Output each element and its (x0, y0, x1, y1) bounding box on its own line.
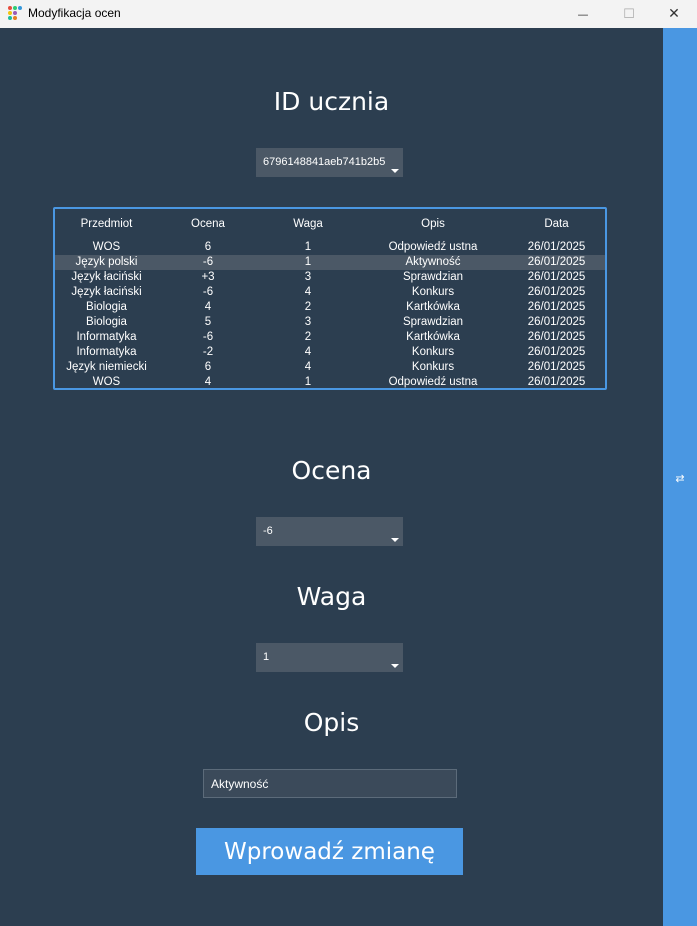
cell-grade: +3 (201, 271, 215, 283)
student-id-value: 6796148841aeb741b2b5 (263, 156, 386, 168)
column-header-subject[interactable]: Przedmiot (55, 217, 158, 233)
cell-description: Konkurs (411, 346, 455, 358)
cell-date: 26/01/2025 (527, 331, 586, 343)
cell-date: 26/01/2025 (527, 271, 586, 283)
weight-dropdown[interactable]: 1 (256, 643, 403, 672)
chevron-down-icon (391, 538, 399, 542)
cell-weight: 4 (304, 286, 312, 298)
description-input[interactable]: Aktywność (203, 769, 457, 798)
submit-change-button[interactable]: Wprowadź zmianę (196, 828, 463, 875)
column-header-date[interactable]: Data (508, 217, 605, 233)
cell-weight: 3 (304, 316, 312, 328)
table-row[interactable]: Informatyka -6 2 Kartkówka 26/01/2025 (55, 330, 605, 345)
student-id-dropdown[interactable]: 6796148841aeb741b2b5 (256, 148, 403, 177)
cell-subject: Biologia (86, 316, 127, 328)
cell-weight: 4 (304, 361, 312, 373)
cell-subject: Informatyka (76, 346, 137, 358)
cell-date: 26/01/2025 (527, 256, 586, 268)
grades-table[interactable]: Przedmiot Ocena Waga Opis Data WOS 6 1 Odpo… (53, 207, 607, 390)
cell-weight: 2 (304, 301, 312, 313)
maximize-icon: ☐ (623, 6, 635, 22)
cell-subject: WOS (92, 376, 121, 388)
grade-value: -6 (263, 525, 273, 537)
cell-weight: 1 (304, 376, 312, 388)
cell-grade: 4 (204, 376, 212, 388)
weight-value: 1 (263, 651, 270, 663)
minimize-button[interactable]: — (560, 0, 606, 28)
cell-description: Odpowiedź ustna (388, 241, 478, 253)
table-row[interactable]: Język niemiecki 6 4 Konkurs 26/01/2025 (55, 360, 605, 375)
cell-date: 26/01/2025 (527, 346, 586, 358)
cell-weight: 2 (304, 331, 312, 343)
cell-date: 26/01/2025 (527, 376, 586, 388)
column-header-weight[interactable]: Waga (258, 217, 358, 233)
cell-date: 26/01/2025 (527, 301, 586, 313)
cell-date: 26/01/2025 (527, 241, 586, 253)
description-heading: Opis (303, 708, 360, 737)
cell-subject: Język łaciński (71, 286, 142, 298)
cell-subject: Biologia (86, 301, 127, 313)
minimize-icon: — (577, 7, 589, 21)
maximize-button[interactable]: ☐ (606, 0, 652, 28)
side-panel-toggle[interactable]: ⇄ (663, 466, 697, 490)
cell-subject: Informatyka (76, 331, 137, 343)
cell-subject: Język niemiecki (66, 361, 147, 373)
table-row[interactable]: Biologia 4 2 Kartkówka 26/01/2025 (55, 300, 605, 315)
student-id-heading: ID ucznia (273, 87, 390, 116)
app-icon (8, 6, 22, 20)
cell-date: 26/01/2025 (527, 286, 586, 298)
cell-grade: 5 (204, 316, 212, 328)
weight-heading: Waga (296, 582, 367, 611)
cell-date: 26/01/2025 (527, 316, 586, 328)
cell-description: Sprawdzian (402, 316, 464, 328)
table-row[interactable]: WOS 6 1 Odpowiedź ustna 26/01/2025 (55, 240, 605, 255)
cell-description: Kartkówka (406, 301, 460, 313)
cell-grade: -6 (202, 256, 214, 268)
swap-icon: ⇄ (675, 471, 685, 485)
close-button[interactable]: ✕ (651, 0, 697, 28)
table-row[interactable]: Biologia 5 3 Sprawdzian 26/01/2025 (55, 315, 605, 330)
window-title: Modyfikacja ocen (28, 6, 121, 20)
side-panel: ⇄ (663, 28, 697, 926)
cell-subject: Język łaciński (71, 271, 142, 283)
cell-grade: 4 (204, 301, 212, 313)
title-bar: Modyfikacja ocen — ☐ ✕ (0, 0, 697, 28)
column-header-description[interactable]: Opis (358, 217, 508, 233)
grade-heading: Ocena (291, 456, 372, 485)
table-row[interactable]: Język polski -6 1 Aktywność 26/01/2025 (55, 255, 605, 270)
cell-description: Odpowiedź ustna (388, 376, 478, 388)
table-row[interactable]: WOS 4 1 Odpowiedź ustna 26/01/2025 (55, 375, 605, 390)
chevron-down-icon (391, 169, 399, 173)
cell-date: 26/01/2025 (527, 361, 586, 373)
cell-description: Sprawdzian (402, 271, 464, 283)
close-icon: ✕ (668, 6, 680, 22)
column-header-grade[interactable]: Ocena (158, 217, 258, 233)
cell-grade: -6 (202, 331, 214, 343)
table-row[interactable]: Język łaciński -6 4 Konkurs 26/01/2025 (55, 285, 605, 300)
cell-weight: 4 (304, 346, 312, 358)
cell-description: Konkurs (411, 286, 455, 298)
cell-description: Aktywność (405, 256, 461, 268)
cell-weight: 1 (304, 256, 312, 268)
description-value: Aktywność (211, 777, 269, 791)
cell-grade: -6 (202, 286, 214, 298)
cell-description: Konkurs (411, 361, 455, 373)
grade-dropdown[interactable]: -6 (256, 517, 403, 546)
table-header: Przedmiot Ocena Waga Opis Data (55, 217, 605, 233)
cell-description: Kartkówka (406, 331, 460, 343)
cell-weight: 1 (304, 241, 312, 253)
cell-subject: WOS (92, 241, 121, 253)
chevron-down-icon (391, 664, 399, 668)
cell-subject: Język polski (75, 256, 138, 268)
table-row[interactable]: Informatyka -2 4 Konkurs 26/01/2025 (55, 345, 605, 360)
cell-weight: 3 (304, 271, 312, 283)
cell-grade: 6 (204, 361, 212, 373)
cell-grade: -2 (202, 346, 214, 358)
table-row[interactable]: Język łaciński +3 3 Sprawdzian 26/01/2025 (55, 270, 605, 285)
cell-grade: 6 (204, 241, 212, 253)
